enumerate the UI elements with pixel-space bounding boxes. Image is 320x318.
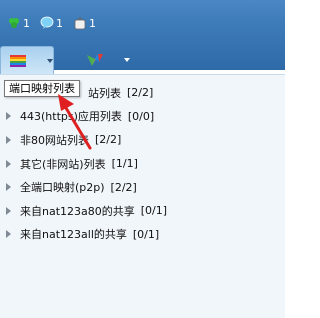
message-count: 1 <box>56 16 63 30</box>
list-item-count: [2/2] <box>110 180 137 194</box>
chevron-down-icon <box>124 58 130 62</box>
list-item[interactable]: 来自nat123all的共享 [0/1] <box>0 223 285 247</box>
list-item-count: [2/2] <box>95 133 122 147</box>
clover-icon <box>9 18 19 28</box>
mapping-list-panel: 站列表 [2/2] 443(https)应用列表 [0/0] 非80网站列表 [… <box>0 74 285 318</box>
bag-status[interactable]: 1 <box>73 16 96 30</box>
list-item-count: [2/2] <box>127 86 154 100</box>
list-item-label: 其它(非网站)列表 <box>20 157 106 171</box>
chat-bubble-icon <box>40 16 54 29</box>
online-count: 1 <box>23 16 30 30</box>
header-area: 1 1 1 <box>0 0 285 74</box>
list-item-label: 非80网站列表 <box>20 133 89 147</box>
list-item-count: [0/0] <box>127 109 155 123</box>
bag-icon <box>74 17 86 30</box>
expand-arrow-icon[interactable] <box>6 183 11 192</box>
list-item-count: [1/1] <box>111 157 138 171</box>
expand-arrow-icon[interactable] <box>6 230 11 239</box>
port-mapping-menu-button[interactable] <box>0 46 54 74</box>
status-row: 1 1 1 <box>7 14 96 32</box>
list-item-label: 站列表 <box>88 86 121 100</box>
toolbar <box>0 46 285 74</box>
expand-arrow-icon[interactable] <box>6 135 11 144</box>
app-menu-button[interactable] <box>78 46 132 74</box>
list-item[interactable]: 来自nat123a80的共享 [0/1] <box>0 199 285 223</box>
list-item-count: [0/1] <box>132 227 160 241</box>
list-item[interactable]: 443(https)应用列表 [0/0] <box>0 105 285 129</box>
chevron-down-icon <box>47 58 53 63</box>
list-item-label: 来自nat123a80的共享 <box>20 204 135 218</box>
expand-arrow-icon[interactable] <box>6 112 11 121</box>
rainbow-flag-icon <box>10 54 26 67</box>
list-item[interactable]: 全端口映射(p2p) [2/2] <box>0 175 285 199</box>
tooltip: 端口映射列表 <box>4 80 80 97</box>
list-item-label: 443(https)应用列表 <box>20 110 122 124</box>
expand-arrow-icon[interactable] <box>6 206 11 215</box>
list-item[interactable]: 其它(非网站)列表 [1/1] <box>0 152 285 176</box>
colorful-v-icon <box>87 54 103 66</box>
list-item[interactable]: 非80网站列表 [2/2] <box>0 128 285 152</box>
list-item-label: 全端口映射(p2p) <box>20 181 105 195</box>
list-item-label: 来自nat123all的共享 <box>20 228 127 242</box>
expand-arrow-icon[interactable] <box>6 159 11 168</box>
bag-count: 1 <box>89 16 96 30</box>
list-item-count: [0/1] <box>140 204 168 218</box>
message-status[interactable]: 1 <box>40 16 63 30</box>
online-status[interactable]: 1 <box>7 16 30 30</box>
mapping-list: 站列表 [2/2] 443(https)应用列表 [0/0] 非80网站列表 [… <box>0 81 285 246</box>
